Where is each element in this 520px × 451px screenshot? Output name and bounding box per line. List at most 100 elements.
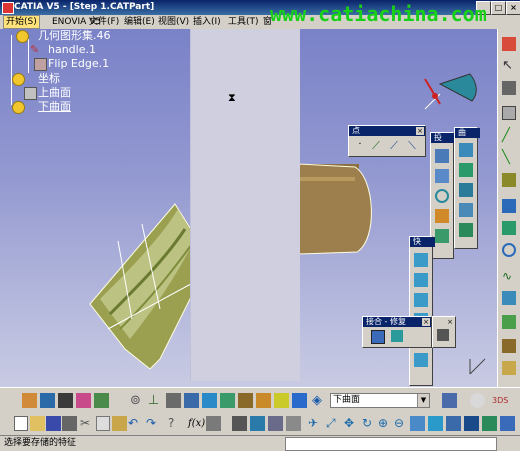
menu-file[interactable]: 文件(F): [89, 15, 119, 29]
tree-item-upper-surface[interactable]: 上曲面: [12, 86, 92, 100]
offset-surface-icon[interactable]: [459, 163, 473, 177]
extrude-icon[interactable]: [435, 149, 449, 163]
grid-icon[interactable]: [166, 393, 181, 408]
menu-tools[interactable]: 工具(T): [228, 15, 259, 29]
surface-toolbar[interactable]: 曲: [454, 127, 480, 249]
current-body-select[interactable]: 下曲面 ▼: [330, 393, 430, 408]
plane-icon[interactable]: [238, 393, 253, 408]
plane-icon[interactable]: ⟍: [405, 139, 419, 153]
menu-insert[interactable]: 插入(I): [193, 15, 221, 29]
revolve-icon[interactable]: [502, 221, 516, 235]
menu-view[interactable]: 视图(V): [158, 15, 189, 29]
axis-icon[interactable]: ⊥: [148, 393, 163, 408]
intersection-icon[interactable]: [274, 393, 289, 408]
healing-icon[interactable]: [391, 330, 403, 342]
join-healing-toolbar[interactable]: 接合 - 修复 ×: [362, 316, 432, 348]
polyline-icon[interactable]: ⟋: [387, 139, 401, 153]
apply-material-icon[interactable]: [442, 393, 457, 408]
line-icon[interactable]: ⟋: [369, 139, 383, 153]
plane-icon[interactable]: [502, 173, 516, 187]
reference-icon[interactable]: ⊚: [130, 393, 145, 408]
transformation-toolbar[interactable]: 快: [409, 236, 435, 386]
boundary-icon[interactable]: [292, 393, 307, 408]
fill-icon[interactable]: [435, 229, 449, 243]
close-button[interactable]: ×: [506, 1, 520, 15]
whats-this-icon[interactable]: ?: [168, 416, 183, 431]
rotate-view-icon[interactable]: ↻: [362, 416, 377, 431]
fly-mode-icon[interactable]: ✈: [308, 416, 323, 431]
compass-icon[interactable]: [470, 393, 485, 408]
print-icon[interactable]: [62, 416, 77, 431]
instantiate-icon[interactable]: [250, 416, 265, 431]
multi-section-icon[interactable]: [459, 223, 473, 237]
grid-icon[interactable]: [437, 329, 449, 341]
zoom-out-icon[interactable]: ⊖: [394, 416, 409, 431]
blend-icon[interactable]: [459, 203, 473, 217]
3d-viewport[interactable]: ⧗ 几何图形集.46 ✎ handle.1 Flip Edge.1 坐标 上曲面…: [0, 29, 497, 387]
new-file-icon[interactable]: [14, 416, 28, 431]
spline-icon[interactable]: ∿: [502, 269, 516, 283]
join-icon[interactable]: [371, 330, 385, 344]
axis-to-axis-icon[interactable]: [414, 353, 428, 367]
tree-item-flip-edge[interactable]: Flip Edge.1: [30, 57, 130, 71]
close-icon[interactable]: ×: [416, 127, 424, 135]
loft-icon[interactable]: [459, 183, 473, 197]
workbench-icon[interactable]: [502, 37, 516, 51]
offset-icon[interactable]: [502, 315, 516, 329]
tree-item-handle[interactable]: ✎ handle.1: [30, 43, 130, 56]
save-icon[interactable]: [46, 416, 61, 431]
swap-space-icon[interactable]: [482, 416, 497, 431]
insert-body-icon[interactable]: [58, 393, 73, 408]
table-icon[interactable]: [232, 416, 247, 431]
zoom-in-icon[interactable]: ⊕: [378, 416, 393, 431]
copy-icon[interactable]: [96, 416, 110, 431]
maximize-button[interactable]: □: [491, 1, 506, 15]
point-icon[interactable]: [202, 393, 217, 408]
formula-icon[interactable]: f(x): [188, 416, 205, 431]
corner-icon[interactable]: [502, 291, 516, 305]
grid-icon[interactable]: [184, 393, 199, 408]
sketch-icon[interactable]: [502, 81, 516, 95]
point-icon[interactable]: [502, 106, 516, 120]
line-icon[interactable]: [220, 393, 235, 408]
close-icon[interactable]: ×: [422, 318, 430, 326]
analysis-icon[interactable]: [502, 361, 516, 375]
point-toolbar[interactable]: 点 × · ⟋ ⟋ ⟍: [348, 125, 426, 157]
scan-icon[interactable]: [40, 393, 55, 408]
line-icon[interactable]: ╱: [502, 129, 516, 143]
normal-view-icon[interactable]: [410, 416, 425, 431]
tree-item-lower-surface[interactable]: 下曲面: [12, 100, 92, 114]
redo-icon[interactable]: ↷: [146, 416, 161, 431]
translate-icon[interactable]: [414, 253, 428, 267]
extrude-icon[interactable]: [502, 199, 516, 213]
rotate-icon[interactable]: [414, 273, 428, 287]
line-icon[interactable]: ╲: [502, 151, 516, 165]
paste-icon[interactable]: [112, 416, 127, 431]
chevron-down-icon[interactable]: ▼: [417, 394, 429, 407]
tree-item-axis-system[interactable]: 坐标: [12, 72, 82, 86]
undo-icon[interactable]: ↶: [128, 416, 143, 431]
view-mode-icon[interactable]: [500, 416, 515, 431]
hide-icon[interactable]: [464, 416, 479, 431]
measure-icon[interactable]: [22, 393, 37, 408]
command-input[interactable]: [285, 437, 497, 451]
close-icon[interactable]: ×: [446, 318, 454, 326]
extrude-surface-icon[interactable]: [459, 143, 473, 157]
hide-show-icon[interactable]: [286, 416, 301, 431]
symmetry-icon[interactable]: [414, 293, 428, 307]
tree-item-geometric-set[interactable]: 几何图形集.46: [16, 29, 146, 43]
iso-view-icon[interactable]: [428, 416, 443, 431]
shading-icon[interactable]: [446, 416, 461, 431]
menu-start[interactable]: 开始(S): [3, 15, 40, 29]
mini-toolbar[interactable]: ×: [432, 316, 456, 348]
projection-icon[interactable]: [256, 393, 271, 408]
pattern-icon[interactable]: [502, 339, 516, 353]
knowledge-icon[interactable]: [206, 416, 221, 431]
menu-edit[interactable]: 编辑(E): [124, 15, 155, 29]
point-icon[interactable]: ·: [353, 139, 367, 153]
sphere-icon[interactable]: [435, 189, 449, 203]
revolve-icon[interactable]: [435, 169, 449, 183]
select-cursor-icon[interactable]: ↖: [502, 59, 516, 73]
sweep-icon[interactable]: [435, 209, 449, 223]
cut-icon[interactable]: ✂: [80, 416, 95, 431]
